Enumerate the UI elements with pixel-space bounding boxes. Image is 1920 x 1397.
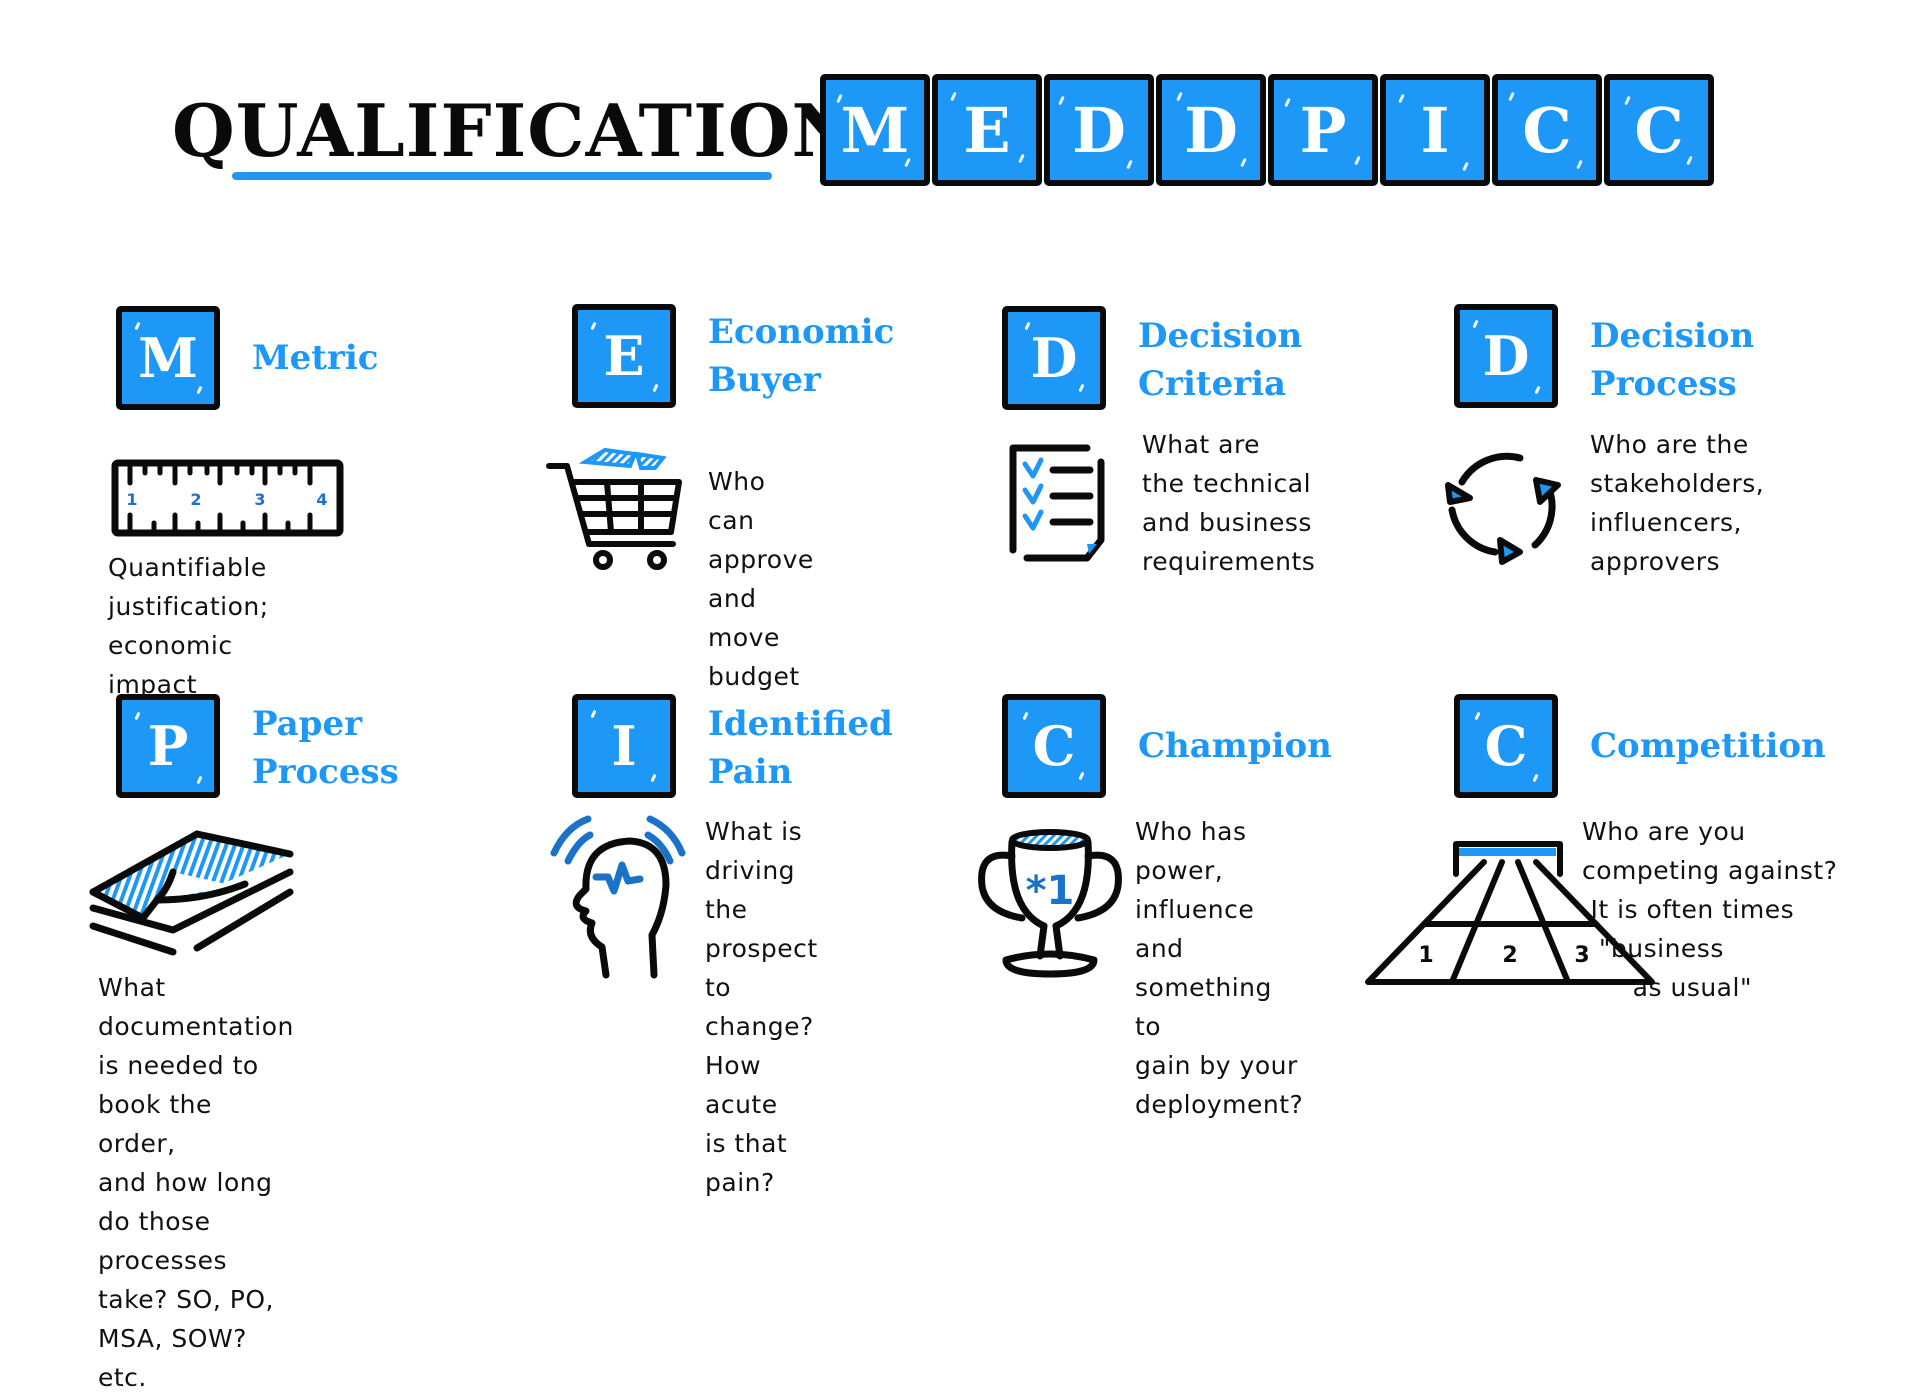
badge-letter: C <box>1484 714 1528 778</box>
badge-letter: E <box>603 324 645 388</box>
cycle-arrows-icon <box>1445 452 1561 565</box>
card-description: What are the technical and business requ… <box>1142 430 1316 576</box>
card-description: What is driving the prospect to change? … <box>705 817 818 1197</box>
badge-letter: D <box>1030 326 1078 390</box>
trophy-label: *1 <box>1026 868 1075 914</box>
acronym-letter: C <box>1634 93 1684 167</box>
ruler-number: 4 <box>316 490 327 509</box>
acronym-tile: E <box>932 74 1042 186</box>
page-title: QUALIFICATION <box>172 88 859 173</box>
acronym-letter: P <box>1299 93 1347 167</box>
acronym-tiles: M E D D P I C C <box>820 74 1714 186</box>
acronym-letter: I <box>1420 93 1450 167</box>
card-description: Who are the stakeholders, influencers, a… <box>1590 430 1765 576</box>
card-description: Who can approve and move budget <box>708 467 814 691</box>
letter-badge: C <box>1454 694 1558 798</box>
card-description: Quantifiable justification; economic imp… <box>108 553 269 699</box>
card-heading: Champion <box>1138 726 1332 766</box>
badge-letter: C <box>1032 714 1076 778</box>
card-description: Who has power, influence and something t… <box>1135 817 1304 1119</box>
ruler-number: 1 <box>126 490 137 509</box>
card-heading: Competition <box>1590 726 1826 766</box>
card-heading: Identified Pain <box>708 704 893 792</box>
card-heading: Economic Buyer <box>708 312 895 400</box>
acronym-letter: C <box>1522 93 1572 167</box>
shopping-cart-icon <box>546 447 682 570</box>
paper-stack-icon <box>89 830 294 956</box>
letter-badge: D <box>1454 304 1558 408</box>
badge-letter: P <box>147 714 189 778</box>
acronym-tile: D <box>1156 74 1266 186</box>
acronym-tile: C <box>1604 74 1714 186</box>
acronym-letter: D <box>1184 93 1238 167</box>
letter-badge: I <box>572 694 676 798</box>
letter-badge: P <box>116 694 220 798</box>
letter-badge: M <box>116 306 220 410</box>
badge-letter: D <box>1482 324 1530 388</box>
ruler-number: 2 <box>190 490 201 509</box>
card-heading: Metric <box>252 338 379 378</box>
checklist-icon <box>1009 444 1105 562</box>
lane-number: 1 <box>1418 943 1433 968</box>
acronym-tile: D <box>1044 74 1154 186</box>
acronym-tile: I <box>1380 74 1490 186</box>
head-pain-icon <box>550 815 686 979</box>
card-description: What documentation is needed to book the… <box>98 973 294 1392</box>
card-heading: Decision Process <box>1590 316 1755 404</box>
badge-letter: M <box>138 326 198 390</box>
acronym-tile: C <box>1492 74 1602 186</box>
letter-badge: C <box>1002 694 1106 798</box>
lane-number: 2 <box>1502 943 1517 968</box>
letter-badge: D <box>1002 306 1106 410</box>
acronym-tile: M <box>820 74 930 186</box>
acronym-tile: P <box>1268 74 1378 186</box>
card-description: Who are you competing against? It is oft… <box>1582 817 1838 1002</box>
card-heading: Decision Criteria <box>1138 316 1303 404</box>
acronym-letter: M <box>840 93 910 167</box>
title-underline <box>232 172 772 180</box>
trophy-icon: *1 <box>978 829 1122 978</box>
acronym-letter: D <box>1072 93 1126 167</box>
ruler-icon: 1 2 3 4 <box>111 459 344 537</box>
letter-badge: E <box>572 304 676 408</box>
badge-letter: I <box>611 714 637 778</box>
acronym-letter: E <box>963 93 1011 167</box>
ruler-number: 3 <box>254 490 265 509</box>
card-heading: Paper Process <box>252 704 399 792</box>
